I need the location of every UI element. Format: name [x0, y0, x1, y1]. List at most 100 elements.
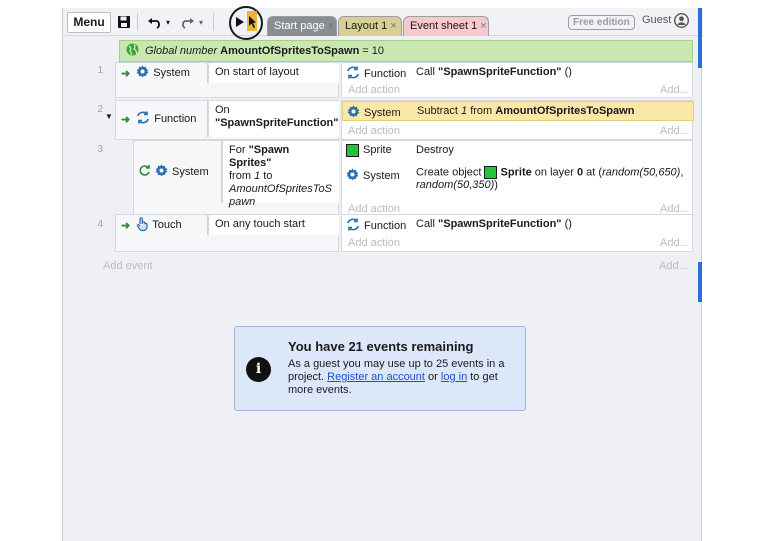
toolbar-divider: [213, 13, 214, 31]
menu-button[interactable]: Menu: [67, 12, 111, 33]
action-object-name: System: [364, 107, 401, 119]
action-column: Sprite Destroy System Create object Spri…: [341, 140, 693, 216]
gear-icon: [347, 105, 360, 122]
action-row[interactable]: System Subtract 1 from AmountOfSpritesTo…: [342, 101, 694, 121]
action-text: Create object Sprite on layer 0 at (rand…: [416, 166, 684, 192]
condition-object[interactable]: ➜ Touch: [116, 215, 208, 235]
function-icon: [346, 218, 360, 235]
tab-layout-1[interactable]: Layout 1 ×: [338, 16, 402, 36]
sprite-icon: [484, 166, 498, 179]
user-account-icon[interactable]: [673, 12, 690, 31]
condition-object[interactable]: System: [134, 141, 222, 203]
action-row[interactable]: Function Call "SpawnSpriteFunction" (): [346, 218, 690, 235]
save-icon[interactable]: [117, 13, 131, 31]
undo-icon[interactable]: [147, 13, 163, 31]
window-edge: [698, 262, 702, 302]
register-account-link[interactable]: Register an account: [327, 371, 425, 383]
action-text: Subtract 1 from AmountOfSpritesToSpawn: [417, 105, 635, 117]
touch-icon: [136, 216, 148, 234]
condition-object[interactable]: ➜ Function: [116, 101, 208, 137]
condition-column: ➜ System On start of layout: [115, 62, 339, 98]
free-edition-badge[interactable]: Free edition: [568, 15, 635, 30]
event-block-2[interactable]: ➜ Function On "SpawnSpriteFunction" Syst…: [115, 100, 694, 140]
undo-dropdown-icon[interactable]: ▾: [166, 13, 170, 31]
action-column: Function Call "SpawnSpriteFunction" () A…: [341, 62, 693, 98]
gear-icon: [346, 168, 359, 185]
global-variable-row[interactable]: Global number AmountOfSpritesToSpawn = 1…: [119, 40, 693, 62]
action-row[interactable]: Function Call "SpawnSpriteFunction" (): [346, 66, 690, 83]
event-block-1[interactable]: ➜ System On start of layout Function Cal…: [115, 62, 693, 98]
add-action-link[interactable]: Add action: [348, 237, 400, 249]
action-object: Function: [346, 218, 416, 235]
events-remaining-notice: i You have 21 events remaining As a gues…: [234, 326, 526, 411]
debug-preview-icon[interactable]: [247, 11, 257, 31]
tab-start-page[interactable]: Start page ×: [267, 16, 337, 36]
tab-close-icon[interactable]: ×: [480, 20, 486, 32]
trigger-arrow-icon: ➜: [121, 113, 131, 126]
action-row[interactable]: Sprite Destroy: [346, 144, 690, 157]
action-object: System: [347, 105, 417, 122]
global-var-label: Global number: [145, 45, 218, 57]
preview-play-icon[interactable]: [235, 13, 245, 31]
add-action-link[interactable]: Add action: [348, 84, 400, 96]
redo-dropdown-icon[interactable]: ▾: [199, 13, 203, 31]
add-more-link[interactable]: Add...: [660, 125, 689, 137]
condition-text[interactable]: On "SpawnSpriteFunction": [208, 101, 339, 137]
action-object: Sprite: [346, 144, 416, 157]
action-column: System Subtract 1 from AmountOfSpritesTo…: [341, 100, 694, 140]
redo-icon[interactable]: [179, 13, 195, 31]
condition-column: System For "Spawn Sprites" from 1 to Amo…: [133, 140, 339, 216]
event-block-3[interactable]: System For "Spawn Sprites" from 1 to Amo…: [133, 140, 693, 216]
gear-icon: [136, 65, 149, 81]
user-label[interactable]: Guest: [642, 14, 671, 26]
info-icon: i: [246, 357, 271, 382]
add-more-link[interactable]: Add...: [660, 237, 689, 249]
action-text: Destroy: [416, 144, 454, 156]
event-number: 1: [97, 65, 103, 76]
action-object-name: Sprite: [363, 144, 392, 156]
gear-icon: [155, 164, 168, 180]
loop-icon: [138, 164, 151, 180]
toolbar: Menu ▾ ▾ Start page × Layout 1 × Event she…: [63, 6, 703, 40]
action-row[interactable]: System Create object Sprite on layer 0 a…: [346, 166, 692, 192]
trigger-arrow-icon: ➜: [121, 67, 131, 80]
log-in-link[interactable]: log in: [441, 371, 467, 383]
event-block-4[interactable]: ➜ Touch On any touch start Function Call…: [115, 214, 693, 252]
action-object-name: Function: [364, 220, 407, 232]
event-sheet-editor: Menu ▾ ▾ Start page × Layout 1 × Event she…: [62, 6, 703, 541]
condition-column: ➜ Touch On any touch start: [115, 214, 339, 252]
toolbar-divider: [137, 13, 138, 31]
condition-text[interactable]: For "Spawn Sprites" from 1 to AmountOfSp…: [222, 141, 339, 208]
trigger-arrow-icon: ➜: [121, 219, 131, 232]
event-number: 3: [97, 144, 103, 155]
action-text: Call "SpawnSpriteFunction" (): [416, 218, 572, 230]
condition-object-name: Touch: [152, 219, 182, 231]
collapse-toggle-icon[interactable]: ▼: [105, 112, 113, 121]
tab-close-icon[interactable]: ×: [328, 20, 334, 32]
action-object-name: Function: [364, 68, 407, 80]
sprite-icon: [346, 144, 359, 157]
condition-object[interactable]: ➜ System: [116, 63, 208, 83]
condition-column: ➜ Function On "SpawnSpriteFunction": [115, 100, 339, 140]
tab-label: Layout 1: [345, 20, 388, 32]
condition-text[interactable]: On start of layout: [208, 63, 339, 83]
tab-event-sheet-1[interactable]: Event sheet 1 ×: [403, 16, 489, 36]
condition-object-name: Function: [154, 113, 197, 125]
add-action-link[interactable]: Add action: [348, 125, 400, 137]
action-column: Function Call "SpawnSpriteFunction" () A…: [341, 214, 693, 252]
event-number: 4: [97, 219, 103, 230]
condition-text[interactable]: On any touch start: [208, 215, 339, 235]
condition-object-name: System: [172, 166, 209, 178]
action-object: System: [346, 168, 416, 185]
notice-title: You have 21 events remaining: [288, 339, 474, 354]
add-more-link[interactable]: Add...: [659, 260, 688, 272]
window-edge: [698, 8, 702, 68]
function-icon: [136, 111, 150, 127]
global-var-value: = 10: [362, 45, 385, 57]
tab-label: Start page: [274, 20, 325, 32]
add-more-link[interactable]: Add...: [660, 84, 689, 96]
tab-close-icon[interactable]: ×: [390, 20, 396, 32]
globe-icon: [126, 43, 139, 59]
add-event-link[interactable]: Add event: [103, 260, 153, 272]
tab-label: Event sheet 1: [410, 20, 478, 32]
